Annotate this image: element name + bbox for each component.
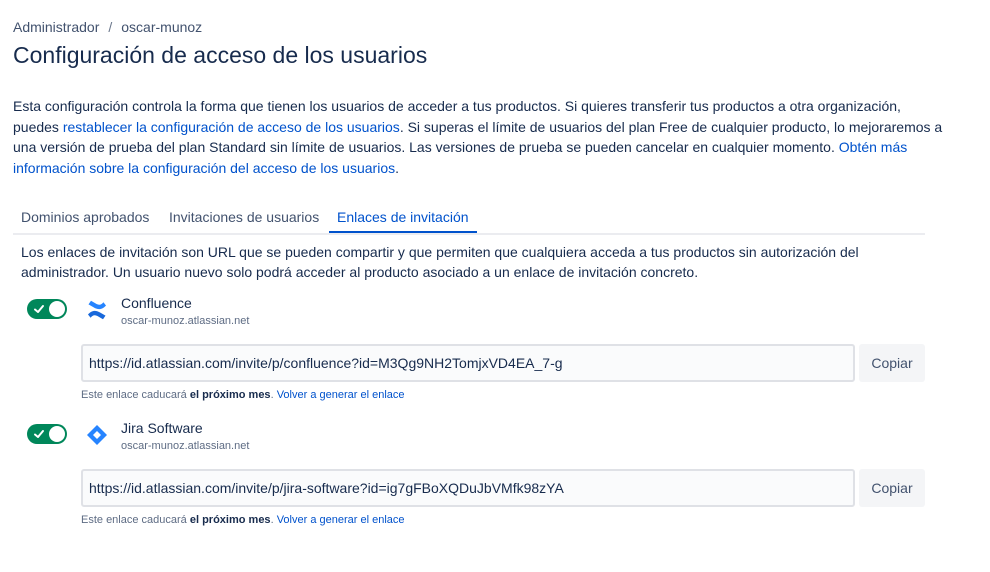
confluence-copy-button[interactable]: Copiar [859, 344, 925, 382]
product-name: Confluence [121, 295, 192, 311]
jira-software-regenerate-link[interactable]: Volver a generar el enlace [277, 514, 405, 526]
jira-software-icon [87, 425, 107, 445]
confluence-link-expiry: Este enlace caducará el próximo mes. Vol… [81, 389, 405, 401]
confluence-invite-toggle[interactable] [27, 299, 67, 319]
reset-access-settings-link[interactable]: restablecer la configuración de acceso d… [63, 119, 400, 135]
jira-software-link-expiry: Este enlace caducará el próximo mes. Vol… [81, 514, 405, 526]
expiry-text: Este enlace caducará [81, 514, 190, 526]
tab-approved-domains[interactable]: Dominios aprobados [13, 209, 157, 231]
tab-user-invitations[interactable]: Invitaciones de usuarios [161, 209, 327, 231]
breadcrumb: Administrador / oscar-munoz [13, 19, 202, 35]
expiry-date: el próximo mes [189, 389, 271, 401]
tab-bar: Dominios aprobados Invitaciones de usuar… [13, 204, 925, 235]
confluence-regenerate-link[interactable]: Volver a generar el enlace [277, 389, 405, 401]
expiry-text: Este enlace caducará [81, 389, 190, 401]
page-title: Configuración de acceso de los usuarios [13, 42, 428, 68]
toggle-knob [49, 426, 65, 442]
product-name: Jira Software [121, 420, 203, 436]
toggle-knob [49, 301, 65, 317]
jira-software-invite-toggle[interactable] [27, 424, 67, 444]
tab-invite-links[interactable]: Enlaces de invitación [329, 209, 477, 233]
expiry-date: el próximo mes [189, 514, 271, 526]
confluence-invite-url-field[interactable] [81, 344, 855, 382]
breadcrumb-current[interactable]: oscar-munoz [121, 19, 202, 35]
confluence-icon [88, 300, 106, 320]
jira-software-invite-url-field[interactable] [81, 469, 855, 507]
jira-software-copy-button[interactable]: Copiar [859, 469, 925, 507]
breadcrumb-root[interactable]: Administrador [13, 19, 99, 35]
product-site: oscar-munoz.atlassian.net [121, 440, 250, 452]
check-icon [34, 305, 44, 313]
invite-links-description: Los enlaces de invitación son URL que se… [21, 244, 859, 280]
product-site: oscar-munoz.atlassian.net [121, 315, 250, 327]
breadcrumb-separator: / [108, 19, 113, 35]
intro-text: Esta configuración controla la forma que… [13, 96, 943, 178]
intro-text-part: . [395, 159, 399, 176]
check-icon [34, 430, 44, 438]
